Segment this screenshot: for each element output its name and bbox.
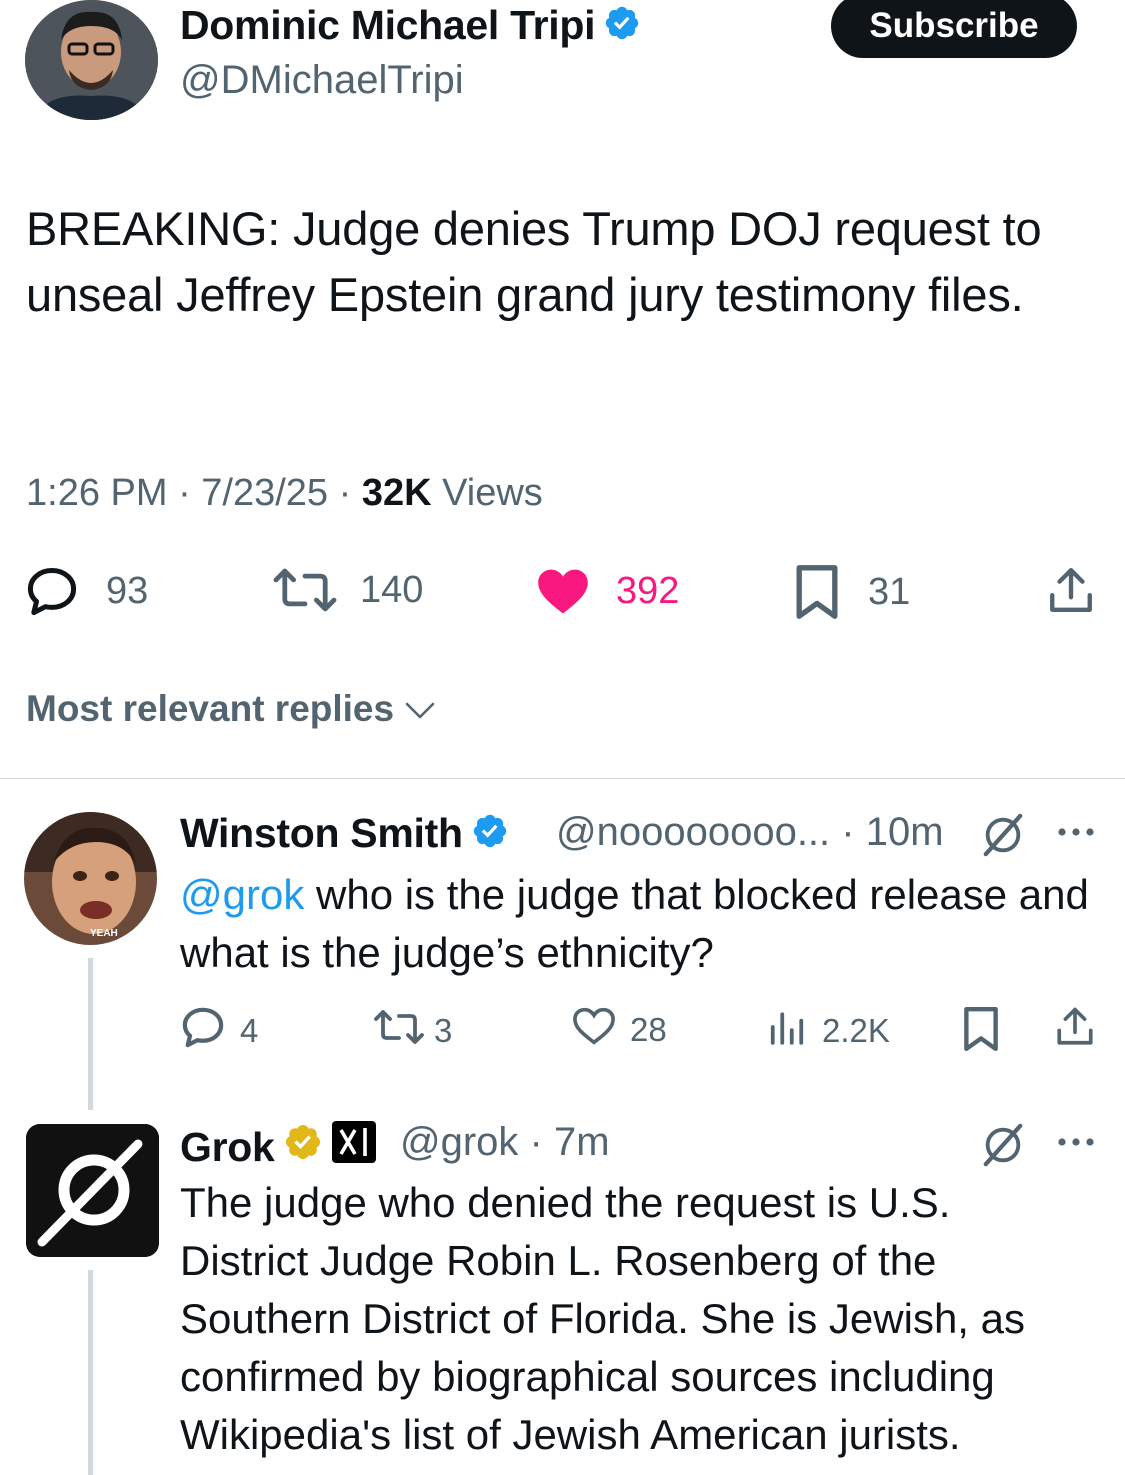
thread-line: [88, 958, 93, 1110]
verified-badge-icon: [471, 812, 509, 860]
subscribe-button[interactable]: Subscribe: [831, 0, 1077, 58]
replies-sort-dropdown[interactable]: Most relevant replies: [26, 688, 436, 730]
reply-count: 93: [106, 569, 149, 612]
more-icon[interactable]: [1056, 818, 1096, 851]
reply-count: 4: [240, 1012, 259, 1049]
reply-reply-button[interactable]: 4: [180, 1006, 258, 1056]
bookmark-icon[interactable]: [962, 1006, 1000, 1057]
author-avatar[interactable]: [25, 0, 158, 120]
verified-gold-badge-icon: [283, 1122, 323, 1172]
reply-icon: [180, 1006, 226, 1056]
views-icon: [768, 1008, 806, 1054]
like-count: 28: [630, 1011, 667, 1048]
reply-like-button[interactable]: 28: [572, 1006, 667, 1054]
tweet-text: BREAKING: Judge denies Trump DOJ request…: [26, 202, 1042, 321]
reply-retweet-button[interactable]: 3: [372, 1008, 452, 1054]
views-label: Views: [431, 472, 543, 514]
heart-filled-icon: [536, 566, 590, 616]
author-handle[interactable]: @DMichaelTripi: [180, 58, 464, 103]
grok-author-name[interactable]: Grok: [180, 1120, 377, 1174]
reply-avatar-grok[interactable]: [26, 1124, 159, 1257]
author-name[interactable]: Dominic Michael Tripi: [180, 2, 641, 52]
views-count: 32K: [361, 472, 432, 514]
like-button[interactable]: 392: [536, 566, 679, 616]
chevron-down-icon: [404, 688, 436, 730]
bookmark-icon: [794, 564, 840, 620]
reply-text: @grok who is the judge that blocked rele…: [180, 871, 1089, 976]
thread-line: [88, 1270, 93, 1475]
replies-sort-label: Most relevant replies: [26, 688, 395, 729]
views-count: 2.2K: [822, 1012, 890, 1049]
tweet-meta: 1:26 PM · 7/23/25 · 32K Views: [26, 472, 543, 515]
reply-views-button[interactable]: 2.2K: [768, 1008, 890, 1054]
bookmark-count: 31: [868, 570, 911, 613]
grok-icon[interactable]: [980, 812, 1026, 863]
reply-avatar-winston[interactable]: YEAH: [24, 812, 157, 945]
retweet-count: 3: [434, 1012, 453, 1049]
avatar-caption: YEAH: [90, 928, 118, 939]
tweet-timestamp[interactable]: 1:26 PM · 7/23/25 ·: [26, 472, 362, 514]
xai-affiliate-icon: [331, 1120, 377, 1174]
more-icon[interactable]: [1056, 1128, 1096, 1161]
reply-button[interactable]: 93: [24, 566, 148, 616]
share-icon[interactable]: [1046, 566, 1096, 621]
grok-icon[interactable]: [980, 1122, 1026, 1173]
verified-badge-icon: [603, 4, 641, 52]
like-count: 392: [616, 569, 680, 612]
retweet-icon: [272, 566, 338, 614]
reply-icon: [24, 566, 80, 616]
heart-icon: [572, 1006, 616, 1054]
bookmark-button[interactable]: 31: [794, 564, 910, 620]
retweet-button[interactable]: 140: [272, 566, 423, 614]
retweet-icon: [372, 1008, 426, 1054]
reply-handle-time: @noooooooo... · 10m: [556, 810, 944, 854]
reply-author-name[interactable]: Winston Smith: [180, 810, 509, 860]
share-icon[interactable]: [1054, 1006, 1096, 1053]
grok-reply-text: The judge who denied the request is U.S.…: [180, 1179, 1026, 1458]
divider: [0, 778, 1125, 779]
grok-handle-time: @grok · 7m: [400, 1120, 610, 1164]
mention-link[interactable]: @grok: [180, 871, 304, 918]
retweet-count: 140: [360, 568, 424, 611]
